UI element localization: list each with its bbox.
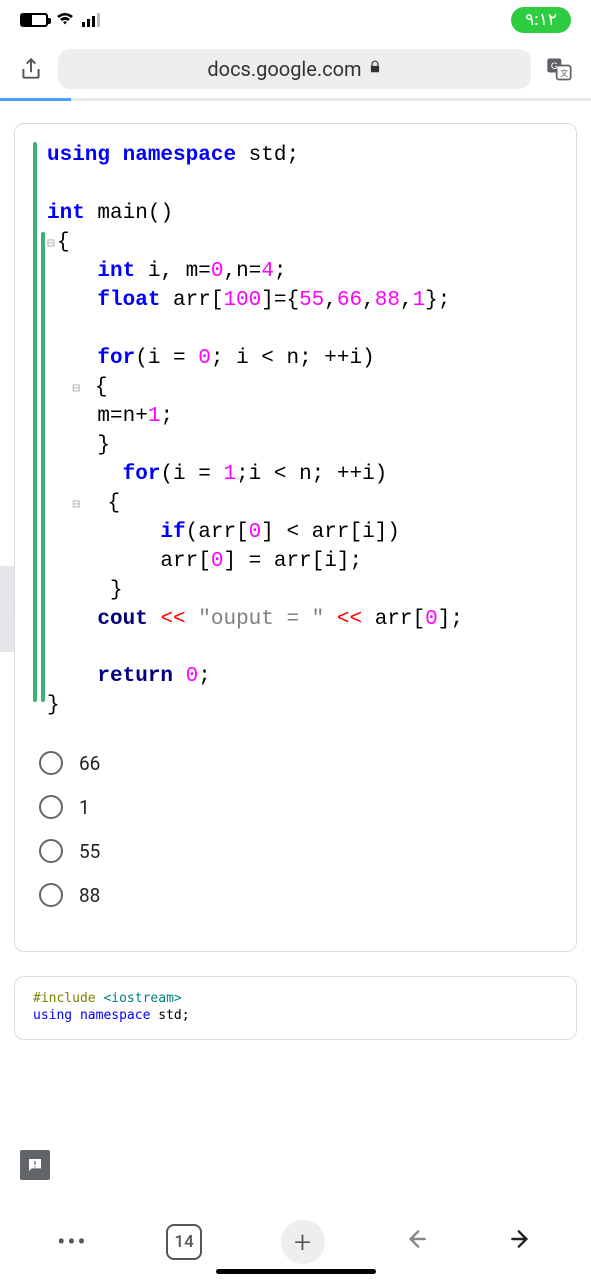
translate-icon[interactable]: G文 [545,55,573,83]
battery-icon [20,13,48,27]
status-indicators-left [20,11,100,30]
home-indicator [216,1269,376,1274]
option-1[interactable]: 1 [39,795,558,819]
option-55[interactable]: 55 [39,839,558,863]
radio-icon [39,751,63,775]
cellular-signal-icon [82,13,100,27]
radio-icon [39,795,63,819]
status-bar: ۹:۱۲ [0,0,591,40]
report-problem-button[interactable] [20,1150,50,1180]
time-pill: ۹:۱۲ [511,7,571,33]
next-question-peek: #include <iostream>using namespace std; [14,976,577,1040]
svg-text:G: G [551,61,558,71]
browser-toolbar: docs.google.com G文 [0,40,591,98]
option-88[interactable]: 88 [39,883,558,907]
page-content: using namespace std; int main() ⊟{ int i… [0,101,591,1204]
radio-icon [39,839,63,863]
url-text: docs.google.com [207,57,361,81]
url-field[interactable]: docs.google.com [58,49,531,89]
option-label: 88 [79,884,100,907]
option-label: 55 [79,840,100,863]
option-66[interactable]: 66 [39,751,558,775]
option-label: 1 [79,796,90,819]
tabs-button[interactable]: 14 [166,1224,202,1260]
forward-icon[interactable] [508,1226,534,1259]
lock-icon [368,60,382,78]
code-block: using namespace std; int main() ⊟{ int i… [33,142,558,721]
svg-text:文: 文 [560,68,568,78]
radio-icon [39,883,63,907]
wifi-icon [56,11,74,30]
question-card: using namespace std; int main() ⊟{ int i… [14,123,577,952]
back-icon[interactable] [403,1226,429,1259]
new-tab-button[interactable]: + [281,1220,325,1264]
share-icon[interactable] [18,56,44,82]
answer-options: 66 1 55 88 [39,751,558,907]
option-label: 66 [79,752,100,775]
menu-icon[interactable]: ••• [57,1228,87,1256]
